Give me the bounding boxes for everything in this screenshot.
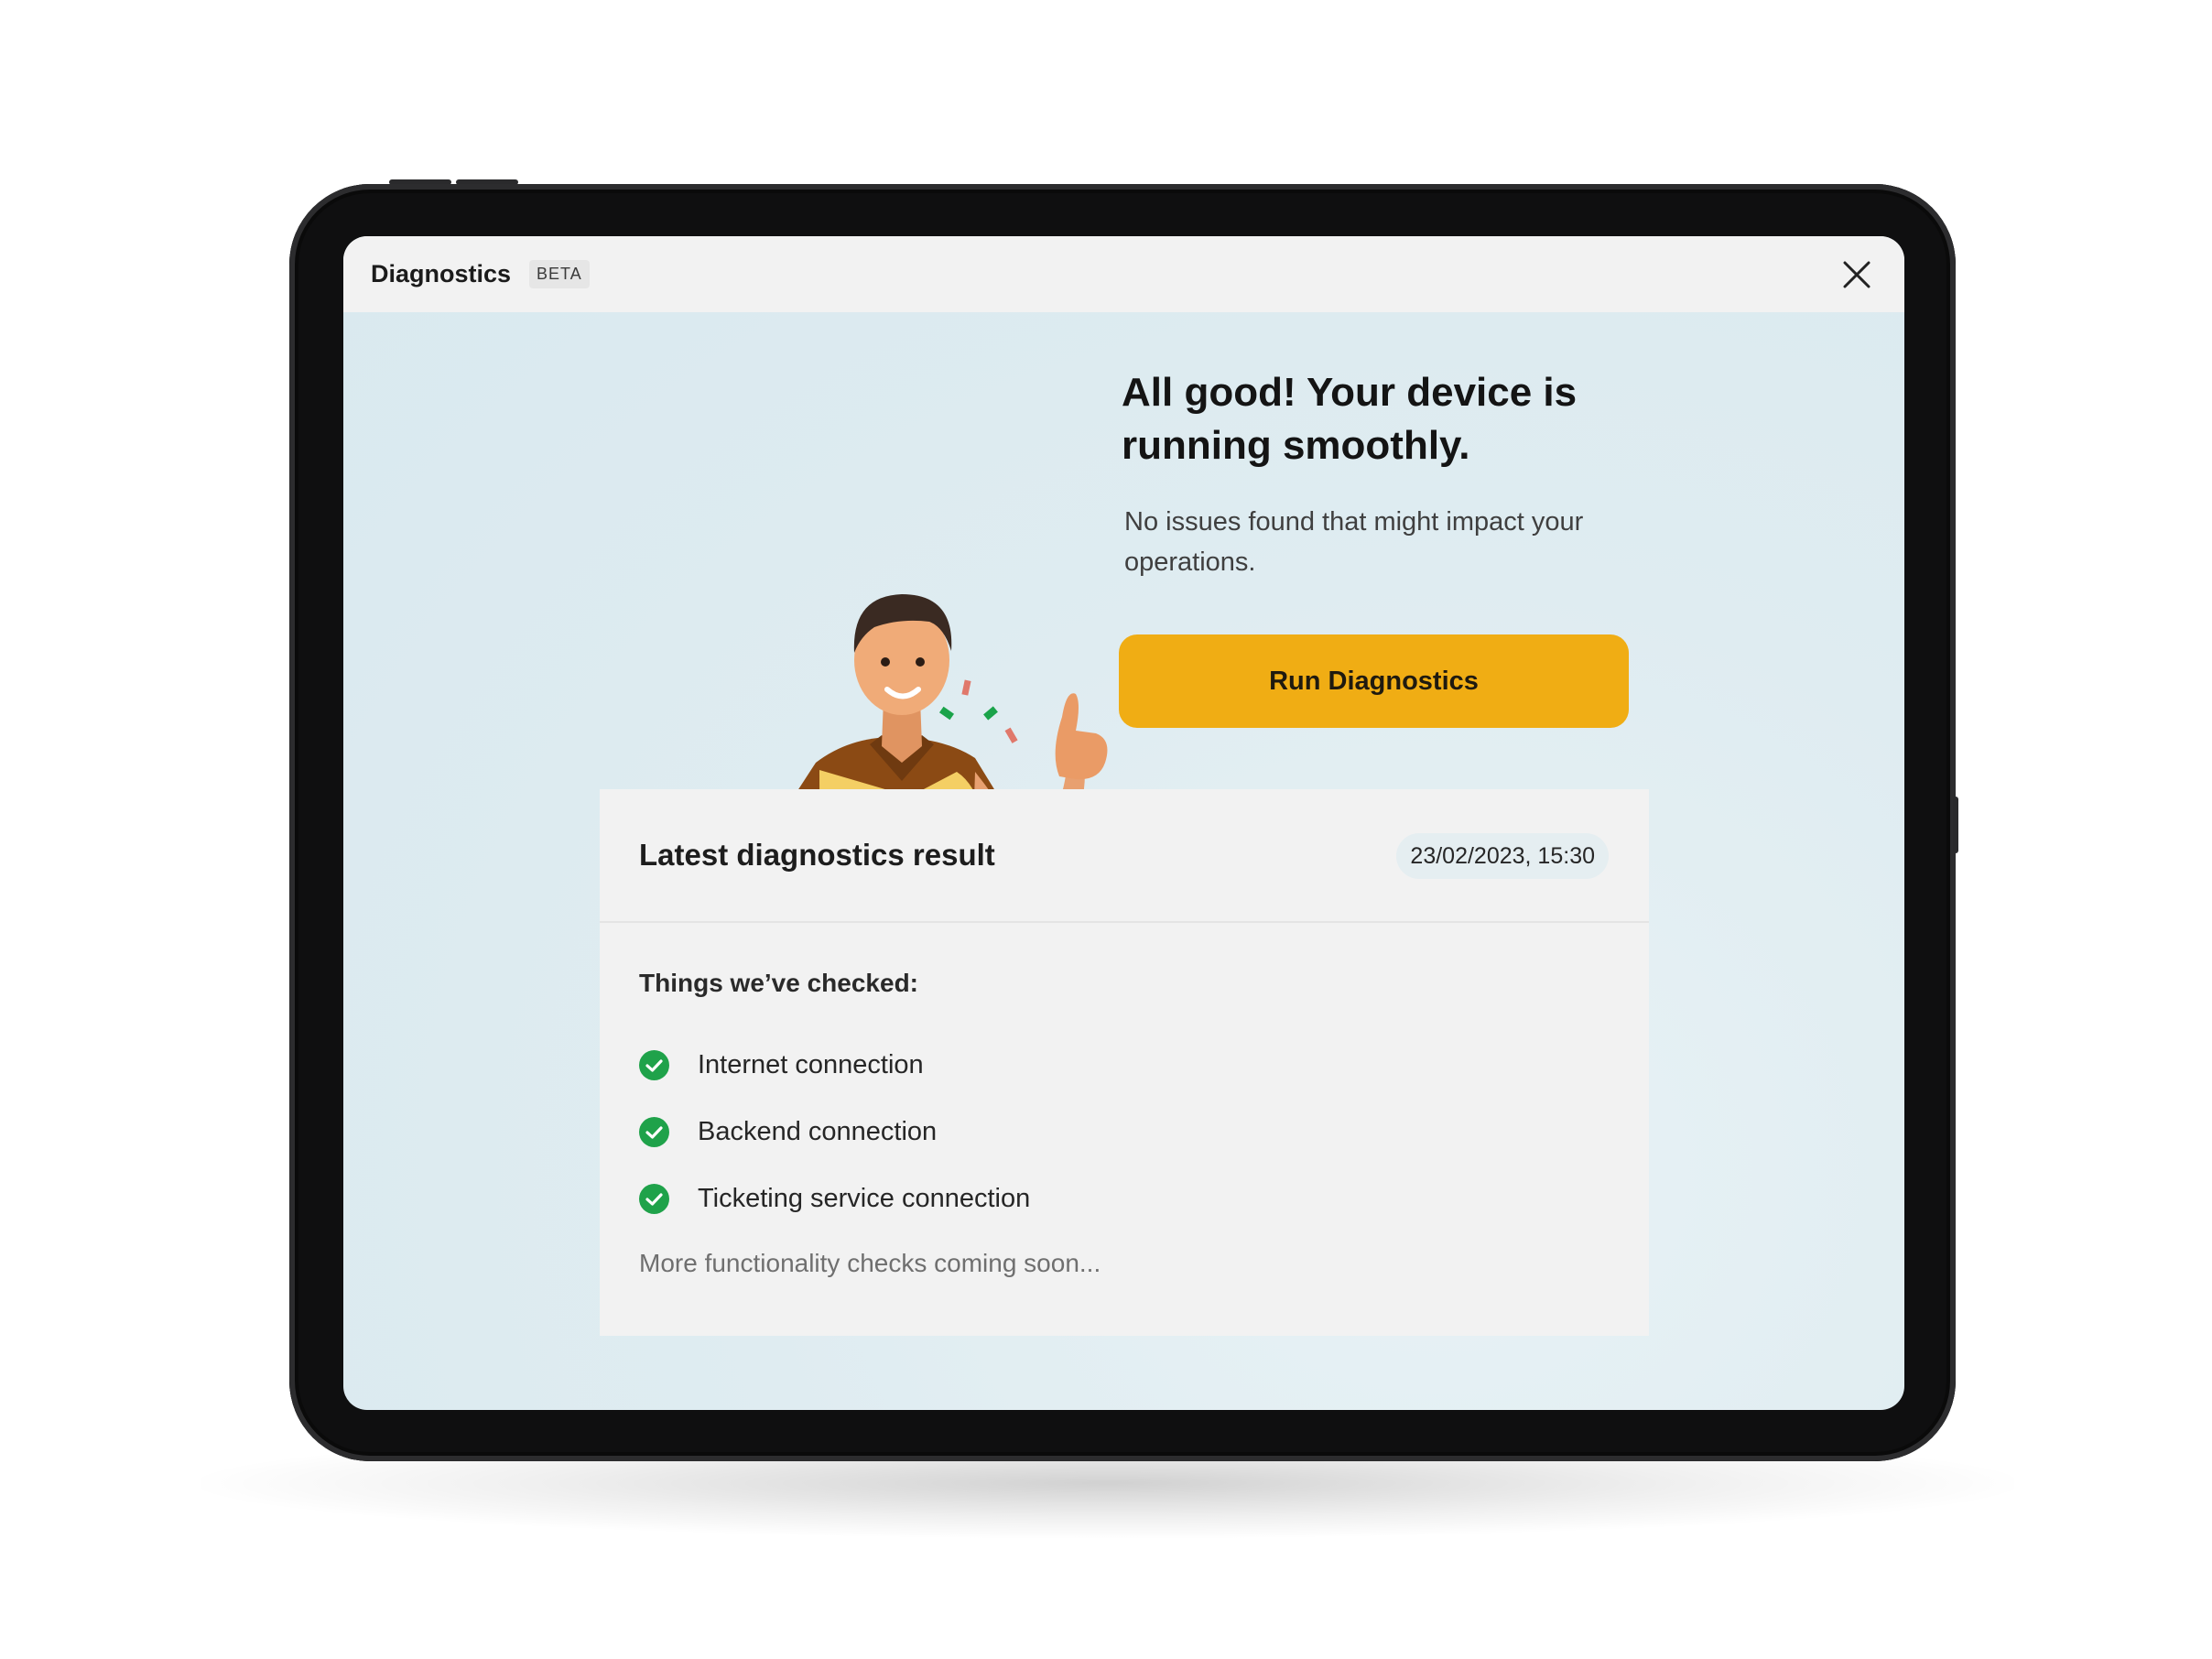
check-label: Ticketing service connection [698,1184,1031,1213]
list-item: Ticketing service connection [639,1166,1030,1232]
list-item: Internet connection [639,1032,1030,1099]
status-title: All good! Your device is running smoothl… [1122,370,1578,468]
check-circle-icon [639,1050,669,1080]
header-bar: Diagnostics BETA [343,236,1904,312]
stage: Diagnostics BETA All good! Your device i… [0,0,2212,1659]
run-diagnostics-button[interactable]: Run Diagnostics [1119,634,1629,728]
close-icon[interactable] [1840,258,1873,291]
card-header: Latest diagnostics result 23/02/2023, 15… [600,789,1649,923]
beta-badge: BETA [529,260,590,288]
checked-heading: Things we’ve checked: [639,969,918,997]
check-label: Internet connection [698,1050,924,1079]
diagnostics-result-card: Latest diagnostics result 23/02/2023, 15… [600,789,1649,1336]
status-subtitle: No issues found that might impact your o… [1124,507,1584,577]
device-button [1953,797,1958,853]
list-item: Backend connection [639,1099,1030,1166]
page-title: Diagnostics [371,260,512,287]
check-list: Internet connection Backend connection T… [639,1032,1030,1232]
check-label: Backend connection [698,1117,938,1146]
check-circle-icon [639,1184,669,1214]
timestamp-badge: 23/02/2023, 15:30 [1396,833,1609,879]
card-title: Latest diagnostics result [639,838,995,872]
check-circle-icon [639,1117,669,1147]
screen: Diagnostics BETA All good! Your device i… [343,236,1904,1410]
more-checks-note: More functionality checks coming soon... [639,1249,1101,1277]
